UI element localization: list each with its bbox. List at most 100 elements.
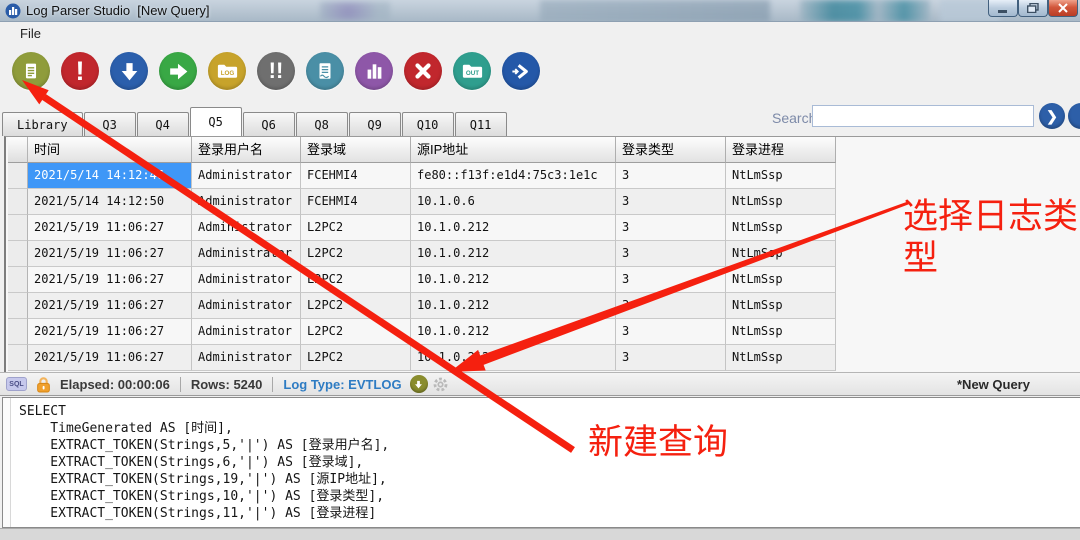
table-cell[interactable]: 10.1.0.212: [411, 319, 616, 345]
table-cell[interactable]: Administrator: [192, 345, 301, 371]
table-cell[interactable]: NtLmSsp: [726, 345, 836, 371]
column-header[interactable]: 时间: [28, 137, 192, 163]
table-cell[interactable]: 3: [616, 215, 726, 241]
sql-editor[interactable]: SELECT TimeGenerated AS [时间], EXTRACT_TO…: [2, 397, 1080, 528]
warnings-button[interactable]: !!: [257, 52, 295, 90]
column-header[interactable]: 登录用户名: [192, 137, 301, 163]
table-cell[interactable]: L2PC2: [301, 267, 411, 293]
new-query-button[interactable]: [12, 52, 50, 90]
row-selector[interactable]: [8, 215, 28, 241]
table-cell[interactable]: Administrator: [192, 267, 301, 293]
table-cell[interactable]: 2021/5/19 11:06:27: [28, 241, 192, 267]
table-cell[interactable]: NtLmSsp: [726, 189, 836, 215]
table-cell[interactable]: FCEHMI4: [301, 163, 411, 189]
tab-q9[interactable]: Q9: [349, 112, 401, 136]
table-cell[interactable]: 10.1.0.212: [411, 267, 616, 293]
table-cell[interactable]: 3: [616, 293, 726, 319]
divider: [272, 377, 273, 392]
tab-q8[interactable]: Q8: [296, 112, 348, 136]
table-cell[interactable]: 3: [616, 345, 726, 371]
row-selector[interactable]: [8, 163, 28, 189]
sql-editor-gutter: [3, 398, 11, 527]
toolbar: !LOG!!OUT Search: ❯: [0, 44, 1080, 106]
tab-q4[interactable]: Q4: [137, 112, 189, 136]
table-cell[interactable]: 2021/5/14 14:12:50: [28, 189, 192, 215]
row-selector[interactable]: [8, 319, 28, 345]
wallpaper-blob: [540, 0, 770, 22]
row-selector[interactable]: [8, 241, 28, 267]
download-button[interactable]: [110, 52, 148, 90]
table-cell[interactable]: Administrator: [192, 189, 301, 215]
menu-bar: File: [0, 22, 1080, 44]
tab-q5[interactable]: Q5: [190, 107, 242, 136]
table-cell[interactable]: L2PC2: [301, 293, 411, 319]
powershell-button[interactable]: [502, 52, 540, 90]
row-selector[interactable]: [8, 267, 28, 293]
bar-chart-icon: [363, 60, 386, 83]
table-cell[interactable]: 2021/5/19 11:06:27: [28, 345, 192, 371]
table-cell[interactable]: Administrator: [192, 241, 301, 267]
table-cell[interactable]: NtLmSsp: [726, 293, 836, 319]
table-cell[interactable]: 3: [616, 189, 726, 215]
table-cell[interactable]: 10.1.0.212: [411, 241, 616, 267]
table-cell[interactable]: L2PC2: [301, 345, 411, 371]
column-header[interactable]: 源IP地址: [411, 137, 616, 163]
tab-q6[interactable]: Q6: [243, 112, 295, 136]
table-cell[interactable]: Administrator: [192, 319, 301, 345]
table-cell[interactable]: 2021/5/19 11:06:27: [28, 319, 192, 345]
maximize-button[interactable]: [1018, 0, 1048, 17]
export-out-button[interactable]: OUT: [453, 52, 491, 90]
chart-button[interactable]: [355, 52, 393, 90]
table-cell[interactable]: NtLmSsp: [726, 319, 836, 345]
table-cell[interactable]: 3: [616, 319, 726, 345]
cross-icon: [412, 60, 434, 82]
table-cell[interactable]: NtLmSsp: [726, 215, 836, 241]
report-button[interactable]: [306, 52, 344, 90]
table-cell[interactable]: NtLmSsp: [726, 241, 836, 267]
table-cell[interactable]: 2021/5/19 11:06:27: [28, 215, 192, 241]
table-cell[interactable]: L2PC2: [301, 319, 411, 345]
column-header[interactable]: 登录域: [301, 137, 411, 163]
minimize-button[interactable]: [988, 0, 1018, 17]
table-cell[interactable]: fe80::f13f:e1d4:75c3:1e1c: [411, 163, 616, 189]
tab-q3[interactable]: Q3: [84, 112, 136, 136]
table-cell[interactable]: 3: [616, 267, 726, 293]
table-cell[interactable]: 2021/5/14 14:12:46: [28, 163, 192, 189]
table-cell[interactable]: Administrator: [192, 163, 301, 189]
row-selector[interactable]: [8, 189, 28, 215]
log-type-dropdown-button[interactable]: [410, 375, 428, 393]
menu-file[interactable]: File: [14, 25, 47, 42]
execute-query-button[interactable]: [159, 52, 197, 90]
table-cell[interactable]: Administrator: [192, 215, 301, 241]
table-cell[interactable]: 10.1.0.212: [411, 345, 616, 371]
column-header[interactable]: 登录进程: [726, 137, 836, 163]
table-cell[interactable]: 3: [616, 163, 726, 189]
title-bar: Log Parser Studio [New Query]: [0, 0, 1080, 22]
query-tabs: LibraryQ3Q4Q5Q6Q8Q9Q10Q11: [2, 106, 1080, 136]
table-cell[interactable]: 3: [616, 241, 726, 267]
tab-q11[interactable]: Q11: [455, 112, 507, 136]
table-cell[interactable]: L2PC2: [301, 241, 411, 267]
table-cell[interactable]: L2PC2: [301, 215, 411, 241]
table-cell[interactable]: Administrator: [192, 293, 301, 319]
table-cell[interactable]: FCEHMI4: [301, 189, 411, 215]
gear-icon[interactable]: [432, 376, 449, 393]
exclaim-icon: !: [76, 58, 85, 85]
table-cell[interactable]: NtLmSsp: [726, 267, 836, 293]
row-selector[interactable]: [8, 293, 28, 319]
cancel-button[interactable]: [404, 52, 442, 90]
tab-q10[interactable]: Q10: [402, 112, 454, 136]
table-cell[interactable]: NtLmSsp: [726, 163, 836, 189]
table-cell[interactable]: 2021/5/19 11:06:27: [28, 293, 192, 319]
table-cell[interactable]: 10.1.0.6: [411, 189, 616, 215]
column-header[interactable]: 登录类型: [616, 137, 726, 163]
table-cell[interactable]: 10.1.0.212: [411, 293, 616, 319]
arrow-right-icon: [166, 59, 191, 84]
table-cell[interactable]: 2021/5/19 11:06:27: [28, 267, 192, 293]
row-selector[interactable]: [8, 345, 28, 371]
close-button[interactable]: [1048, 0, 1078, 17]
open-log-button[interactable]: LOG: [208, 52, 246, 90]
tab-library[interactable]: Library: [2, 112, 83, 136]
error-log-button[interactable]: !: [61, 52, 99, 90]
table-cell[interactable]: 10.1.0.212: [411, 215, 616, 241]
